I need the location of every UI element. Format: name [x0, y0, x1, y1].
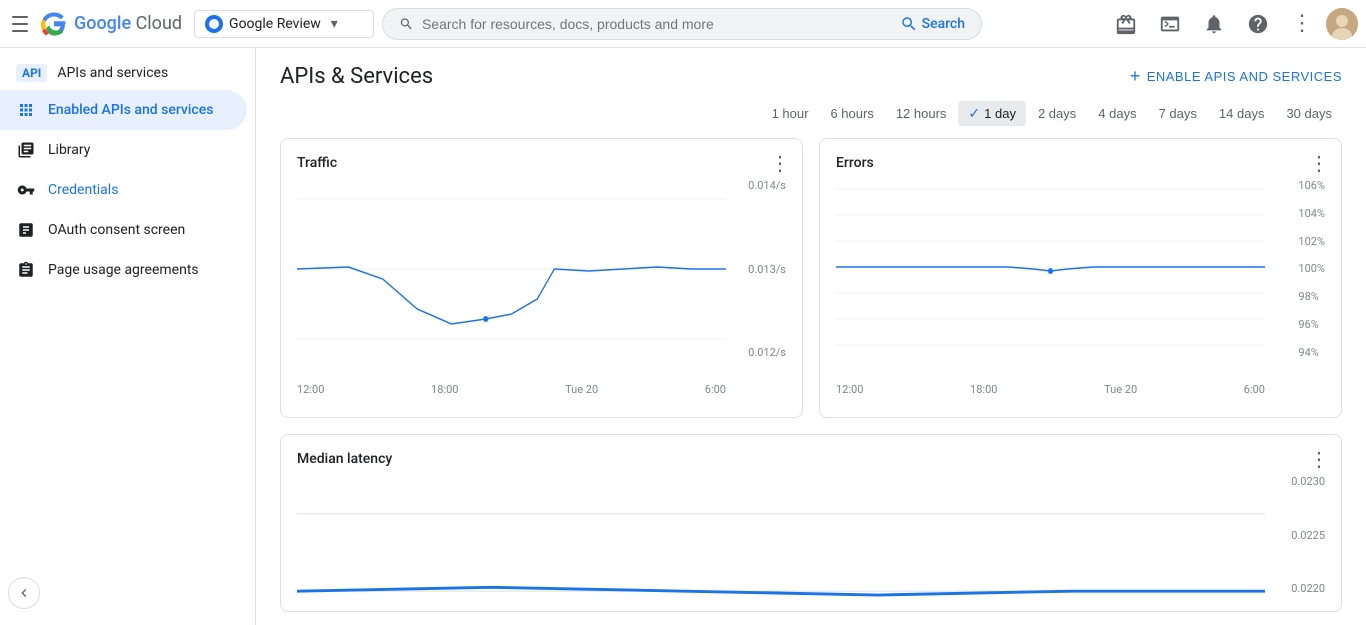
sidebar-item-page-usage[interactable]: Page usage agreements — [0, 250, 247, 290]
sidebar-item-library[interactable]: Library — [0, 130, 247, 170]
terminal-icon-button[interactable] — [1150, 4, 1190, 44]
errors-chart-svg — [836, 179, 1265, 359]
main-content: APIs & Services + ENABLE APIS AND SERVIC… — [256, 48, 1366, 625]
time-btn-12hours[interactable]: 12 hours — [886, 102, 957, 125]
median-latency-y-labels: 0.0230 0.0225 0.0220 — [1291, 475, 1325, 595]
collapse-icon — [16, 585, 32, 601]
sidebar-item-label-enabled: Enabled APIs and services — [48, 102, 213, 118]
median-latency-chart-card: Median latency ⋮ 0.0230 0.0225 0.0220 — [280, 434, 1342, 612]
sidebar-title: APIs and services — [57, 65, 168, 81]
charts-grid: Traffic ⋮ — [256, 138, 1366, 434]
time-btn-1day[interactable]: ✓ 1 day — [958, 101, 1026, 126]
nav-icons-group: ⋮ — [1106, 4, 1358, 44]
errors-chart-title: Errors — [836, 155, 874, 171]
search-button[interactable]: Search — [900, 15, 965, 33]
median-latency-chart-area: 0.0230 0.0225 0.0220 — [297, 475, 1325, 595]
logo-text: Google Cloud — [74, 13, 182, 34]
search-icon — [399, 15, 414, 33]
more-options-button[interactable]: ⋮ — [1282, 4, 1322, 44]
project-selector[interactable]: Google Review ▾ — [194, 10, 374, 38]
google-logo-icon — [40, 10, 68, 38]
sidebar-item-label-credentials: Credentials — [48, 182, 118, 198]
sidebar-header: API APIs and services — [0, 48, 255, 90]
user-avatar[interactable] — [1326, 8, 1358, 40]
time-btn-4days[interactable]: 4 days — [1088, 102, 1146, 125]
sidebar-item-oauth[interactable]: OAuth consent screen — [0, 210, 247, 250]
enable-apis-button[interactable]: + ENABLE APIS AND SERVICES — [1130, 66, 1342, 87]
time-filter-bar: 1 hour 6 hours 12 hours ✓ 1 day 2 days 4… — [256, 97, 1366, 138]
search-bar[interactable]: Search — [382, 8, 982, 40]
hamburger-menu-button[interactable] — [8, 12, 32, 36]
project-icon — [205, 15, 223, 33]
help-icon-button[interactable] — [1238, 4, 1278, 44]
top-navigation: Google Cloud Google Review ▾ Search ⋮ — [0, 0, 1366, 48]
terminal-icon — [1159, 13, 1181, 35]
errors-y-labels: 106% 104% 102% 100% 98% 96% 94% — [1298, 179, 1325, 379]
page-usage-icon — [16, 260, 36, 280]
sidebar-item-enabled-apis[interactable]: Enabled APIs and services — [0, 90, 247, 130]
page-title: APIs & Services — [280, 64, 433, 89]
errors-x-labels: 12:00 18:00 Tue 20 6:00 — [836, 383, 1325, 396]
traffic-chart-menu[interactable]: ⋮ — [770, 151, 790, 175]
gift-icon-button[interactable] — [1106, 4, 1146, 44]
median-latency-chart-menu[interactable]: ⋮ — [1309, 447, 1329, 471]
bell-icon-button[interactable] — [1194, 4, 1234, 44]
app-layout: API APIs and services Enabled APIs and s… — [0, 48, 1366, 625]
traffic-chart-svg — [297, 179, 726, 359]
search-btn-icon — [900, 15, 918, 33]
traffic-x-labels: 12:00 18:00 Tue 20 6:00 — [297, 383, 786, 396]
time-btn-6hours[interactable]: 6 hours — [820, 102, 883, 125]
more-vertical-icon: ⋮ — [1291, 11, 1313, 36]
enabled-apis-icon — [16, 100, 36, 120]
main-header: APIs & Services + ENABLE APIS AND SERVIC… — [256, 48, 1366, 97]
oauth-icon — [16, 220, 36, 240]
library-icon — [16, 140, 36, 160]
time-btn-14days[interactable]: 14 days — [1209, 102, 1275, 125]
traffic-chart-area: 0.014/s 0.013/s 0.012/s — [297, 179, 786, 379]
median-latency-title: Median latency — [297, 451, 392, 467]
traffic-chart-plot — [297, 179, 726, 359]
median-latency-plot — [297, 475, 1265, 595]
collapse-sidebar-button[interactable] — [8, 577, 40, 609]
errors-chart-menu[interactable]: ⋮ — [1309, 151, 1329, 175]
sidebar: API APIs and services Enabled APIs and s… — [0, 48, 256, 625]
project-name: Google Review — [229, 16, 321, 32]
chevron-down-icon: ▾ — [331, 16, 338, 32]
sidebar-item-label-page-usage: Page usage agreements — [48, 262, 199, 278]
search-input[interactable] — [422, 16, 892, 32]
time-btn-1hour[interactable]: 1 hour — [762, 102, 819, 125]
sidebar-item-credentials[interactable]: Credentials — [0, 170, 247, 210]
credentials-icon — [16, 180, 36, 200]
traffic-chart-card: Traffic ⋮ — [280, 138, 803, 418]
time-btn-2days[interactable]: 2 days — [1028, 102, 1086, 125]
gift-icon — [1115, 13, 1137, 35]
enable-apis-label: ENABLE APIS AND SERVICES — [1147, 69, 1342, 84]
errors-chart-area: 106% 104% 102% 100% 98% 96% 94% — [836, 179, 1325, 379]
sidebar-item-label-library: Library — [48, 142, 90, 158]
check-icon: ✓ — [968, 105, 980, 122]
google-cloud-logo: Google Cloud — [40, 10, 182, 38]
time-btn-30days[interactable]: 30 days — [1276, 102, 1342, 125]
plus-icon: + — [1130, 66, 1141, 87]
bell-icon — [1203, 13, 1225, 35]
traffic-y-labels: 0.014/s 0.013/s 0.012/s — [748, 179, 786, 379]
sidebar-item-label-oauth: OAuth consent screen — [48, 222, 185, 238]
errors-chart-card: Errors ⋮ — [819, 138, 1342, 418]
errors-chart-plot — [836, 179, 1265, 359]
time-btn-7days[interactable]: 7 days — [1149, 102, 1207, 125]
api-badge: API — [16, 64, 47, 82]
avatar-icon — [1326, 8, 1358, 40]
help-icon — [1247, 13, 1269, 35]
traffic-chart-title: Traffic — [297, 155, 337, 171]
median-latency-svg — [297, 475, 1265, 625]
